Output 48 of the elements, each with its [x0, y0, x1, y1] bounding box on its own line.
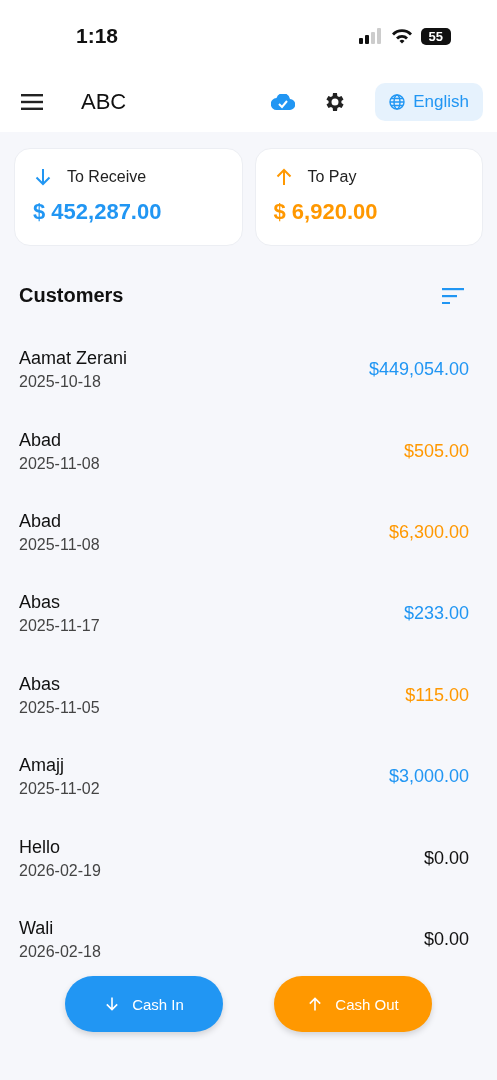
- customer-name: Wali: [19, 917, 55, 939]
- customer-date: 2025-11-08: [19, 535, 100, 554]
- wifi-icon: [390, 28, 413, 44]
- customer-date: 2025-11-08: [19, 454, 100, 473]
- globe-icon: [389, 94, 406, 110]
- customer-name: Hello: [19, 836, 62, 858]
- card-label: To Receive: [67, 168, 147, 186]
- customer-row[interactable]: Abas 2025-11-05 $115.00: [19, 654, 469, 736]
- cloud-check-icon[interactable]: [271, 94, 296, 110]
- customer-name: Abad: [19, 429, 63, 451]
- summary-card[interactable]: To Pay $ 6,920.00: [254, 148, 483, 246]
- customer-amount: $233.00: [403, 603, 469, 625]
- menu-icon[interactable]: [21, 94, 43, 110]
- section-title: Customers: [19, 284, 124, 307]
- customer-row[interactable]: Abad 2025-11-08 $6,300.00: [19, 491, 469, 574]
- customer-date: 2026-02-18: [19, 942, 101, 961]
- customer-name: Aamat Zerani: [19, 348, 128, 370]
- sort-icon[interactable]: [442, 287, 464, 304]
- signal-icon: [358, 28, 383, 44]
- status-time: 1:18: [76, 24, 119, 48]
- customer-name: Abad: [19, 510, 63, 532]
- customer-amount: $0.00: [423, 847, 469, 869]
- down-arrow-icon: [33, 167, 53, 187]
- card-amount: $ 452,287.00: [33, 199, 163, 225]
- summary-card[interactable]: To Receive $ 452,287.00: [14, 148, 243, 246]
- customer-amount: $115.00: [405, 684, 469, 706]
- customer-date: 2025-10-18: [19, 373, 102, 392]
- customer-row[interactable]: Amajj 2025-11-02 $3,000.00: [19, 735, 469, 818]
- customer-name: Abas: [19, 592, 62, 614]
- customer-amount: $3,000.00: [388, 766, 469, 788]
- battery-icon: 55: [420, 27, 451, 45]
- customer-name: Abas: [19, 673, 62, 695]
- card-amount: $ 6,920.00: [273, 199, 379, 225]
- customer-row[interactable]: Abad 2025-11-08 $505.00: [19, 410, 469, 492]
- customer-amount: $505.00: [403, 440, 469, 462]
- customer-row[interactable]: Abas 2025-11-17 $233.00: [19, 573, 469, 655]
- customer-amount: $0.00: [423, 928, 469, 950]
- customer-date: 2026-02-19: [19, 861, 101, 880]
- customer-date: 2025-11-02: [19, 780, 100, 799]
- customer-row[interactable]: Hello 2026-02-19 $0.00: [19, 817, 469, 899]
- customer-amount: $6,300.00: [388, 521, 469, 543]
- customer-date: 2025-11-17: [19, 617, 100, 636]
- customer-amount: $449,054.00: [368, 359, 469, 381]
- customer-row[interactable]: Aamat Zerani 2025-10-18 $449,054.00: [19, 329, 469, 411]
- customer-date: 2025-11-05: [19, 698, 100, 717]
- customer-name: Amajj: [19, 755, 65, 777]
- app-title: ABC: [81, 89, 128, 115]
- card-label: To Pay: [307, 168, 357, 186]
